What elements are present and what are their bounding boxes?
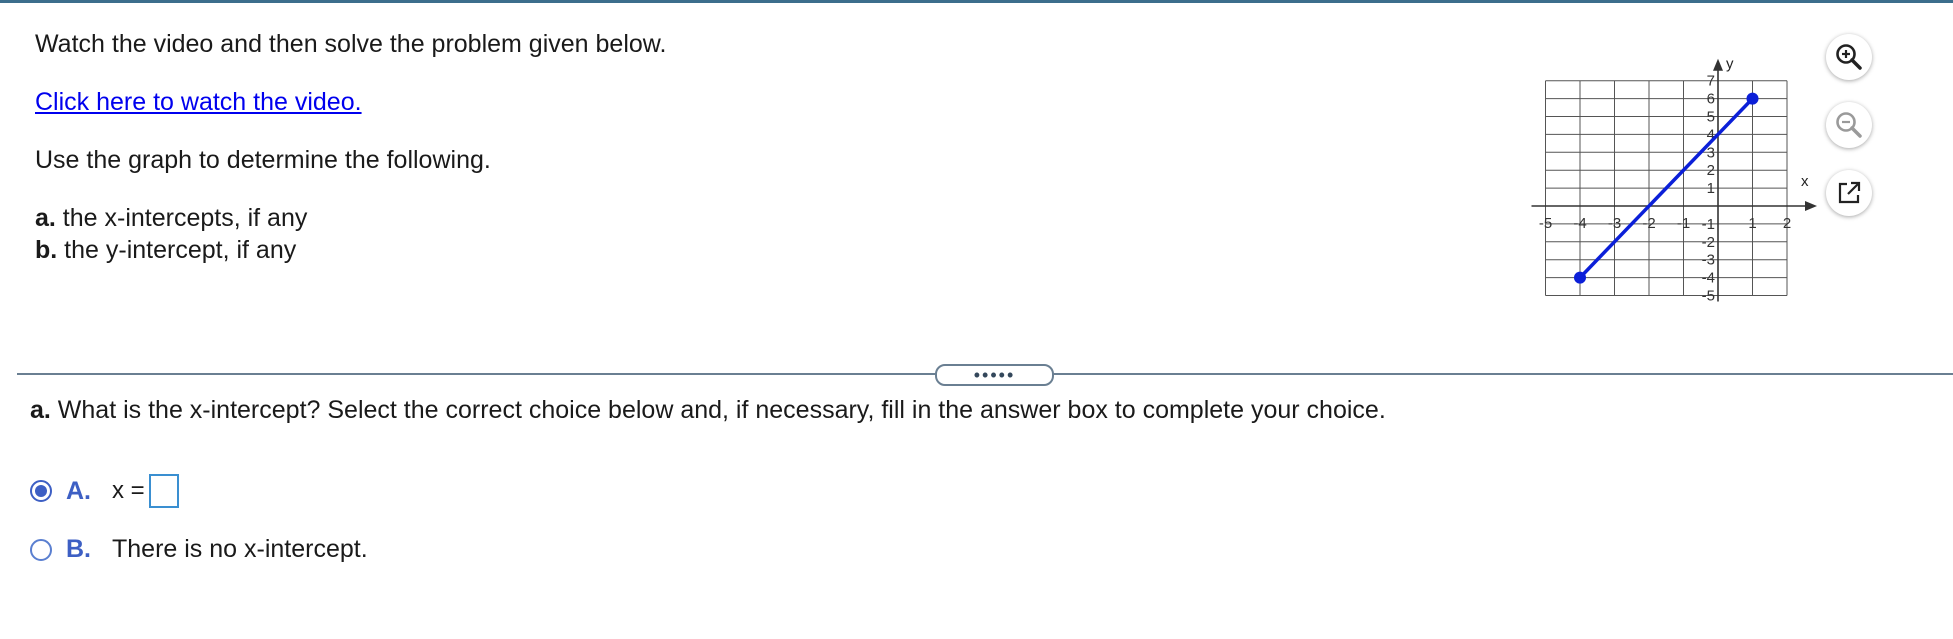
zoom-in-button[interactable] — [1826, 34, 1872, 80]
y-tick-label: 6 — [1707, 91, 1715, 108]
top-rule — [0, 0, 1953, 3]
part-a-question-letter: a. — [30, 396, 51, 424]
choice-a-radio[interactable] — [30, 480, 52, 502]
choice-b-text: There is no x-intercept. — [112, 535, 368, 563]
graph-instruction: Use the graph to determine the following… — [35, 146, 491, 174]
part-a-question: a. What is the x-intercept? Select the c… — [30, 396, 1386, 425]
y-tick-label: 1 — [1707, 180, 1715, 197]
part-b-letter: b. — [35, 236, 58, 264]
part-a-letter: a. — [35, 204, 56, 232]
divider-handle[interactable]: ••••• — [935, 364, 1054, 386]
y-tick-label: -2 — [1702, 234, 1715, 251]
y-tick-label: -1 — [1702, 216, 1715, 233]
zoom-out-icon — [1836, 112, 1862, 138]
segment-end-point — [1746, 92, 1759, 105]
y-axis-label: y — [1726, 56, 1734, 73]
x-tick-label: -3 — [1608, 215, 1621, 232]
choice-a-prefix: x = — [112, 477, 145, 504]
external-window-icon — [1838, 181, 1861, 204]
zoom-out-button[interactable] — [1826, 102, 1872, 148]
part-a-text: the x-intercepts, if any — [55, 204, 308, 232]
instruction-text: Watch the video and then solve the probl… — [35, 30, 667, 58]
zoom-in-icon — [1836, 44, 1862, 70]
x-tick-label: 1 — [1748, 215, 1756, 232]
y-axis-arrow — [1713, 58, 1723, 71]
choice-b[interactable]: B. There is no x-intercept. — [30, 535, 368, 564]
choice-a-letter: A. — [66, 476, 91, 505]
x-axis-arrow — [1805, 201, 1817, 211]
y-tick-label: -3 — [1702, 252, 1715, 269]
y-tick-label: 2 — [1707, 162, 1715, 179]
part-b-prompt: b. the y-intercept, if any — [35, 234, 296, 266]
x-tick-label: -5 — [1539, 215, 1552, 232]
choice-a[interactable]: A. x = — [30, 474, 179, 508]
part-b-text: the y-intercept, if any — [57, 236, 297, 264]
x-axis-label: x — [1801, 173, 1809, 190]
x-tick-label: -4 — [1573, 215, 1586, 232]
segment-start-point — [1574, 271, 1586, 284]
coordinate-graph: x y -5 -4 -3 -2 -1 1 2 7 6 5 4 3 2 1 -1 -2 -3 -4 -5 — [1525, 28, 1825, 318]
part-a-prompt: a. the x-intercepts, if any — [35, 202, 307, 234]
x-intercept-answer-box[interactable] — [148, 474, 179, 508]
popout-button[interactable] — [1826, 170, 1872, 216]
choice-b-letter: B. — [66, 535, 91, 563]
video-link[interactable]: Click here to watch the video. — [35, 86, 362, 118]
y-tick-label: 5 — [1707, 109, 1715, 126]
choice-b-radio[interactable] — [30, 538, 52, 561]
x-tick-label: -2 — [1642, 215, 1655, 232]
y-tick-label: -4 — [1702, 270, 1715, 287]
x-tick-label: -1 — [1677, 215, 1690, 232]
x-tick-label: 2 — [1783, 215, 1791, 232]
graph-svg: xy-5 -4 -3 -2 -1 1 27654321-1-2-3-4-5 — [1531, 56, 1817, 305]
part-a-question-text: What is the x-intercept? Select the corr… — [50, 396, 1386, 424]
y-tick-label: 7 — [1707, 73, 1715, 90]
y-tick-label: -5 — [1702, 288, 1715, 305]
